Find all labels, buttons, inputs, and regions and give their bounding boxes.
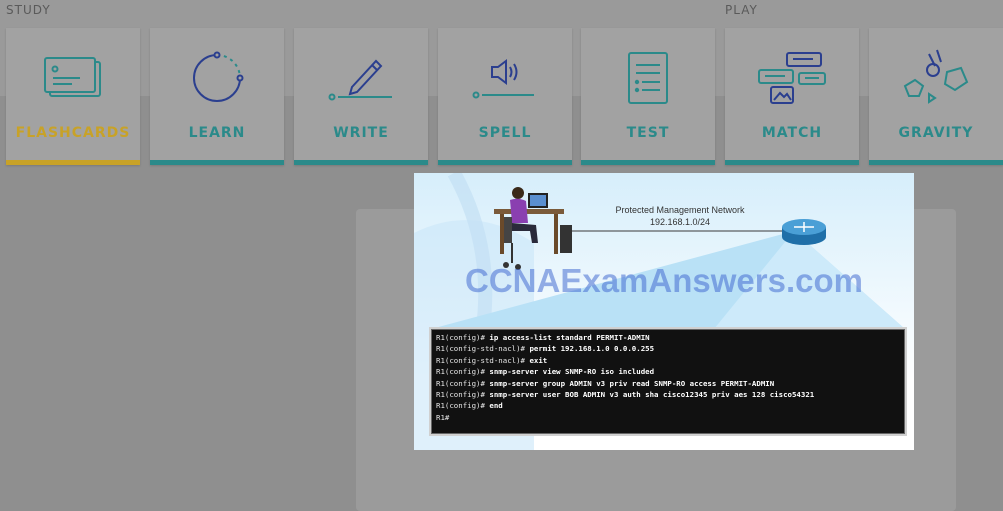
learn-icon — [150, 48, 284, 108]
mode-label-test: TEST — [626, 125, 670, 141]
terminal-line: R1# — [436, 412, 450, 422]
test-icon — [581, 48, 715, 108]
mode-label-flashcards: FLASHCARDS — [15, 125, 131, 141]
spell-icon — [438, 48, 572, 108]
mode-card-gravity[interactable]: GRAVITY — [869, 28, 1003, 165]
study-section-label: STUDY — [6, 3, 51, 17]
mode-label-spell: SPELL — [478, 125, 532, 141]
mode-card-learn[interactable]: LEARN — [150, 28, 284, 165]
terminal-line: R1(config)# end — [436, 401, 503, 411]
match-icon — [725, 48, 859, 108]
terminal-line: R1(config-std-nacl)# exit — [436, 355, 548, 365]
terminal-line: R1(config)# snmp-server view SNMP-RO iso… — [436, 367, 655, 377]
play-section-label: PLAY — [725, 3, 758, 17]
cli-terminal: R1(config)# ip access-list standard PERM… — [431, 329, 905, 434]
mode-card-write[interactable]: WRITE — [294, 28, 428, 165]
mode-label-write: WRITE — [333, 125, 389, 141]
terminal-line: R1(config)# snmp-server group ADMIN v3 p… — [436, 378, 775, 388]
terminal-line: R1(config-std-nacl)# permit 192.168.1.0 … — [436, 344, 655, 354]
mode-card-flashcards[interactable]: FLASHCARDS — [6, 28, 140, 165]
write-icon — [294, 48, 428, 108]
network-label: Protected Management Network 192.168.1.0… — [610, 204, 750, 228]
terminal-line: R1(config)# ip access-list standard PERM… — [436, 333, 650, 342]
exhibit-image: Protected Management Network 192.168.1.0… — [414, 173, 914, 450]
mode-card-spell[interactable]: SPELL — [438, 28, 572, 165]
mode-label-learn: LEARN — [188, 125, 246, 141]
mode-label-match: MATCH — [761, 125, 823, 141]
network-subnet: 192.168.1.0/24 — [649, 217, 711, 227]
watermark-text: CCNAExamAnswers.com — [465, 262, 863, 299]
flashcards-icon — [6, 48, 140, 108]
mode-label-gravity: GRAVITY — [898, 125, 974, 141]
mode-card-match[interactable]: MATCH — [725, 28, 859, 165]
network-title: Protected Management Network — [615, 205, 745, 215]
terminal-line: R1(config)# snmp-server user BOB ADMIN v… — [436, 390, 815, 400]
mode-card-test[interactable]: TEST — [581, 28, 715, 165]
gravity-icon — [869, 48, 1003, 108]
